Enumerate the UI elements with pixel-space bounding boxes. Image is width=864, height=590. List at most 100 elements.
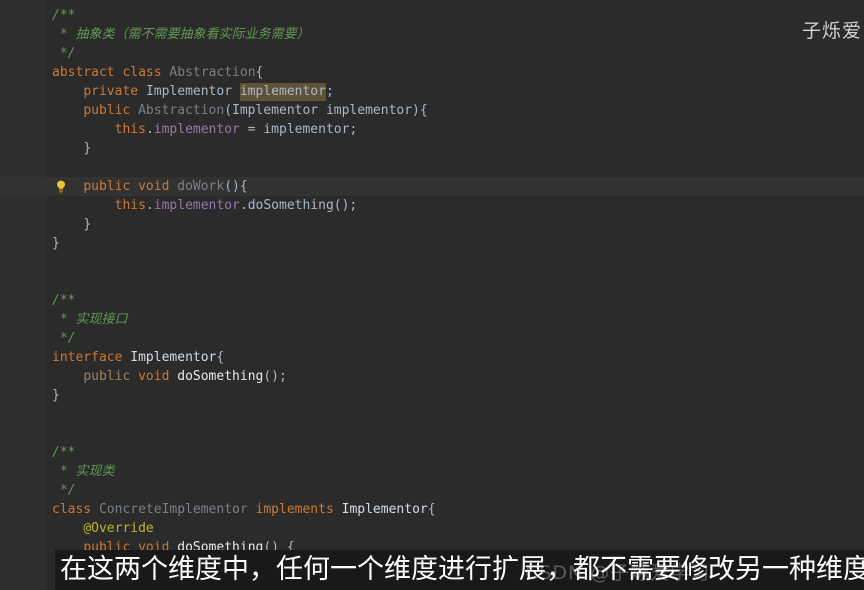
code-token: Implementor (232, 103, 319, 118)
code-line[interactable]: interface Implementor{ (0, 348, 864, 367)
code-token: this (114, 198, 146, 213)
code-token: doSomething (247, 198, 334, 213)
code-token: ; (325, 84, 334, 99)
code-line[interactable] (0, 272, 864, 291)
code-line[interactable]: class ConcreteImplementor implements Imp… (0, 500, 864, 519)
code-token: doSomething (177, 369, 264, 384)
code-token: implementor (153, 122, 240, 137)
code-line[interactable]: abstract class Abstraction{ (0, 63, 864, 82)
code-token: public (83, 369, 131, 384)
code-token: ( (224, 103, 233, 118)
code-token: (){ (224, 179, 248, 194)
code-editor-area[interactable]: /** * 抽象类（需不需要抽象看实际业务需要） */ abstract clas… (0, 0, 864, 590)
code-line[interactable] (0, 253, 864, 272)
code-token: Implementor (130, 350, 217, 365)
code-token: } (83, 141, 92, 156)
code-token: } (52, 388, 60, 403)
code-line[interactable]: public void doSomething(); (0, 367, 864, 386)
code-token: /** (52, 8, 76, 23)
code-line[interactable]: /** (0, 6, 864, 25)
code-line[interactable]: */ (0, 44, 864, 63)
code-token: implementor (153, 198, 240, 213)
code-token: Implementor (145, 84, 233, 99)
code-token: interface (52, 350, 123, 365)
code-token: private (83, 84, 139, 99)
code-token: { (216, 350, 225, 365)
code-token: this (114, 122, 146, 137)
code-token: ; (349, 122, 358, 137)
code-line[interactable] (0, 424, 864, 443)
code-token: abstract (52, 65, 115, 80)
code-line[interactable]: } (0, 139, 864, 158)
code-line[interactable] (0, 405, 864, 424)
code-token: */ (52, 483, 76, 498)
code-token: */ (52, 46, 76, 61)
code-token: public (83, 179, 131, 194)
code-line[interactable]: * 实现接口 (0, 310, 864, 329)
highlighted-identifier: implementor (239, 83, 326, 101)
code-token: void (138, 369, 170, 384)
code-line[interactable]: */ (0, 329, 864, 348)
code-token: /** (52, 445, 76, 460)
code-line[interactable]: * 抽象类（需不需要抽象看实际业务需要） (0, 25, 864, 44)
code-token: = (239, 122, 264, 137)
screen: /** * 抽象类（需不需要抽象看实际业务需要） */ abstract clas… (0, 0, 864, 590)
code-token: } (83, 217, 92, 232)
code-line[interactable]: public Abstraction(Implementor implement… (0, 101, 864, 120)
code-token: . (145, 122, 154, 137)
code-token: (); (263, 369, 287, 384)
code-line[interactable]: private Implementor implementor; (0, 82, 864, 101)
code-token: Abstraction (169, 65, 256, 80)
code-line[interactable]: @Override (0, 519, 864, 538)
code-line[interactable]: this.implementor.doSomething(); (0, 196, 864, 215)
subtitle-overlay-bar: CSDN @子烁爱学习 在这两个维度中，任何一个维度进行扩展，都不需要修改另一种… (55, 550, 864, 590)
code-line[interactable]: /** (0, 291, 864, 310)
code-token: @Override (83, 521, 154, 536)
subtitle-text: 在这两个维度中，任何一个维度进行扩展，都不需要修改另一种维度 (60, 554, 864, 585)
code-token: public (83, 103, 131, 118)
code-line[interactable]: } (0, 215, 864, 234)
code-token: implementor (325, 103, 413, 118)
code-token: doWork (177, 179, 225, 194)
code-token: (); (333, 198, 358, 213)
code-token: * 抽象类（需不需要抽象看实际业务需要） (52, 27, 310, 42)
code-token: class (122, 65, 162, 80)
code-token: } (52, 236, 60, 251)
code-line[interactable]: /** (0, 443, 864, 462)
code-line[interactable]: public void doWork(){ (0, 177, 864, 196)
code-line[interactable]: this.implementor = implementor; (0, 120, 864, 139)
lightbulb-intention-icon[interactable] (55, 180, 67, 194)
code-token: /** (52, 293, 76, 308)
code-line[interactable]: } (0, 386, 864, 405)
code-token: */ (52, 331, 76, 346)
code-token: * 实现类 (52, 464, 115, 479)
code-token: void (138, 179, 170, 194)
code-token: Abstraction (138, 103, 225, 118)
code-token: Implementor (341, 502, 428, 517)
code-line[interactable]: } (0, 234, 864, 253)
code-line[interactable] (0, 158, 864, 177)
code-token: implements (255, 502, 334, 517)
code-token: implementor (263, 122, 350, 137)
code-token: * 实现接口 (52, 312, 128, 327)
code-token: ){ (412, 103, 428, 118)
code-token: class (52, 502, 92, 517)
code-line[interactable]: * 实现类 (0, 462, 864, 481)
code-line[interactable]: */ (0, 481, 864, 500)
code-token: . (145, 198, 154, 213)
